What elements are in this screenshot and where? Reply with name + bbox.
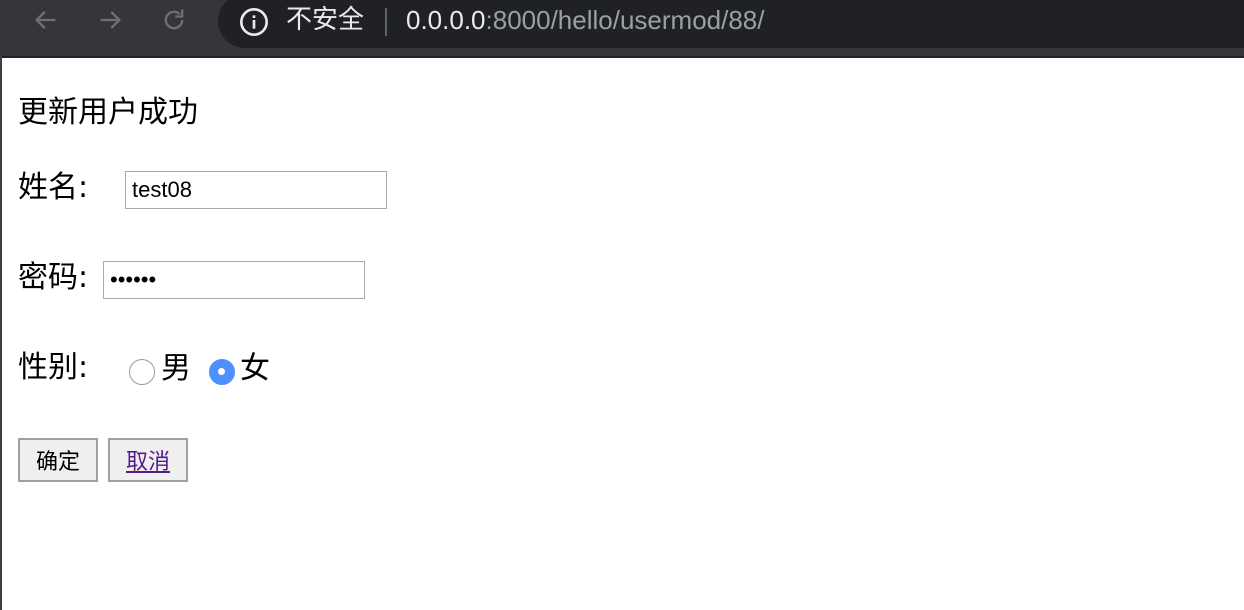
password-label: 密码: <box>18 260 89 295</box>
gender-male-label[interactable]: 男 <box>161 350 191 388</box>
url-path: :8000/hello/usermod/88/ <box>485 5 765 35</box>
password-input[interactable] <box>103 261 365 299</box>
gender-label: 性别: <box>18 350 89 385</box>
reload-button[interactable] <box>157 3 191 37</box>
url-separator <box>385 8 387 36</box>
browser-toolbar: 不安全 0.0.0.0:8000/hello/usermod/88/ <box>0 0 1244 56</box>
forward-arrow-icon <box>100 11 121 29</box>
gender-female-label[interactable]: 女 <box>240 350 270 388</box>
url-text[interactable]: 0.0.0.0:8000/hello/usermod/88/ <box>406 2 764 38</box>
security-status-label[interactable]: 不安全 <box>286 2 364 38</box>
cancel-button[interactable]: 取消 <box>108 438 188 482</box>
confirm-button-label: 确定 <box>35 450 80 475</box>
gender-female-radio[interactable] <box>209 359 235 385</box>
gender-male-radio[interactable] <box>129 359 155 385</box>
page-content: 更新用户成功 姓名: 密码: 性别: 男 女 确定 取消 <box>0 58 1244 610</box>
cancel-link[interactable]: 取消 <box>126 444 170 476</box>
back-button[interactable] <box>29 3 63 37</box>
confirm-button[interactable]: 确定 <box>18 438 98 482</box>
name-label: 姓名: <box>18 170 89 205</box>
forward-button[interactable] <box>93 3 127 37</box>
name-input[interactable] <box>125 171 387 209</box>
back-arrow-icon <box>35 11 56 29</box>
status-heading: 更新用户成功 <box>18 95 198 130</box>
info-circle-icon[interactable] <box>238 6 270 38</box>
url-host: 0.0.0.0 <box>406 5 486 35</box>
reload-icon <box>164 9 184 30</box>
